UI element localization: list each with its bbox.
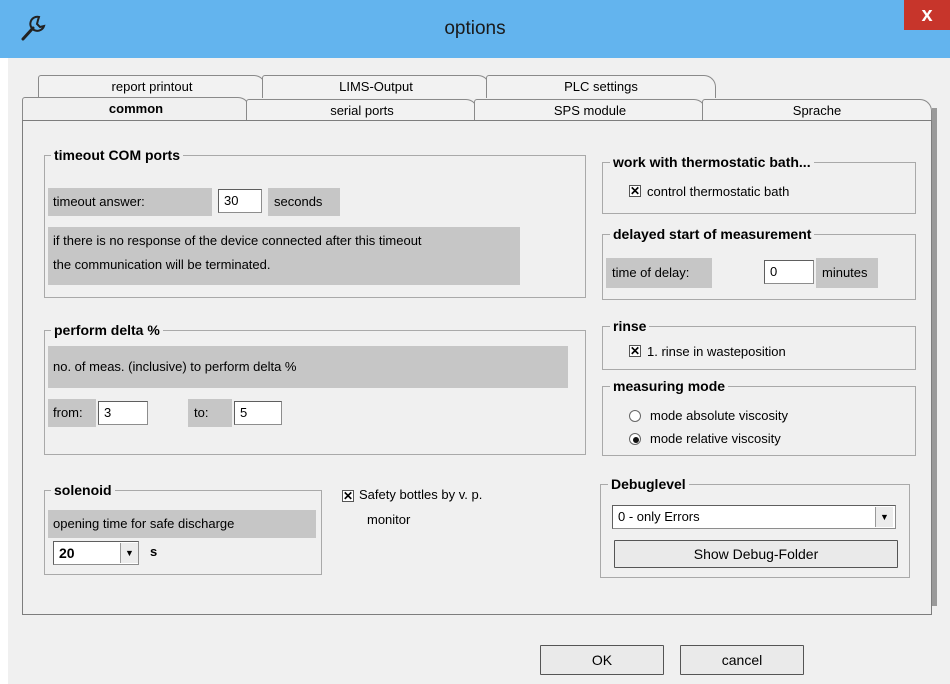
tab-plc-settings[interactable]: PLC settings	[486, 75, 716, 98]
debuglevel-select[interactable]: 0 - only Errors	[612, 505, 896, 529]
delta-from-input[interactable]: 3	[98, 401, 148, 425]
delta-from-label: from:	[53, 405, 83, 420]
delayed-input[interactable]: 0	[764, 260, 814, 284]
rinse-title: rinse	[610, 318, 650, 334]
delta-desc: no. of meas. (inclusive) to perform delt…	[53, 359, 297, 374]
rinse-checkbox[interactable]: ✕	[629, 345, 641, 357]
timeout-note-line1: if there is no response of the device co…	[53, 233, 422, 248]
delta-title: perform delta %	[51, 322, 163, 338]
delayed-unit: minutes	[822, 265, 868, 280]
timeout-answer-input[interactable]: 30	[218, 189, 262, 213]
timeout-unit: seconds	[274, 194, 323, 209]
panel-shadow	[932, 108, 937, 606]
solenoid-title: solenoid	[51, 482, 115, 498]
timeout-answer-label: timeout answer:	[53, 194, 145, 209]
chevron-down-icon[interactable]: ▼	[875, 507, 893, 527]
safety-bottles-label-line2: monitor	[367, 512, 411, 527]
window-title: options	[444, 18, 506, 39]
radio-relative-viscosity[interactable]	[629, 433, 641, 445]
solenoid-opening-label: opening time for safe discharge	[53, 516, 235, 531]
thermo-checkbox-label: control thermostatic bath	[647, 184, 790, 199]
debuglevel-value: 0 - only Errors	[618, 509, 700, 524]
thermo-title: work with thermostatic bath...	[610, 154, 814, 170]
delayed-title: delayed start of measurement	[610, 226, 815, 242]
close-button[interactable]: x	[904, 0, 950, 30]
radio-absolute-label: mode absolute viscosity	[650, 408, 789, 423]
measuring-mode-title: measuring mode	[610, 378, 729, 394]
timeout-title: timeout COM ports	[51, 147, 183, 163]
tab-sps-module[interactable]: SPS module	[474, 99, 706, 122]
timeout-note-line2: the communication will be terminated.	[53, 257, 271, 272]
tab-sprache[interactable]: Sprache	[702, 99, 932, 122]
tab-lims-output[interactable]: LIMS-Output	[262, 75, 490, 98]
solenoid-unit: s	[150, 544, 158, 559]
cancel-button[interactable]: cancel	[680, 645, 804, 675]
delta-to-input[interactable]: 5	[234, 401, 282, 425]
rinse-checkbox-label: 1. rinse in wasteposition	[647, 344, 786, 359]
delayed-label: time of delay:	[612, 265, 690, 280]
radio-absolute-viscosity[interactable]	[629, 410, 641, 422]
ok-button[interactable]: OK	[540, 645, 664, 675]
safety-bottles-checkbox[interactable]: ✕	[342, 490, 354, 502]
tab-report-printout[interactable]: report printout	[38, 75, 266, 98]
delta-to-label: to:	[194, 405, 209, 420]
tab-common[interactable]: common	[22, 97, 250, 121]
thermo-checkbox[interactable]: ✕	[629, 185, 641, 197]
chevron-down-icon[interactable]: ▼	[120, 543, 138, 563]
safety-bottles-label: Safety bottles by v. p.	[359, 487, 483, 502]
debuglevel-title: Debuglevel	[608, 476, 689, 492]
radio-relative-label: mode relative viscosity	[650, 431, 781, 446]
tab-serial-ports[interactable]: serial ports	[246, 99, 478, 122]
show-debug-folder-button[interactable]: Show Debug-Folder	[614, 540, 898, 568]
solenoid-time-value: 20	[59, 545, 75, 561]
